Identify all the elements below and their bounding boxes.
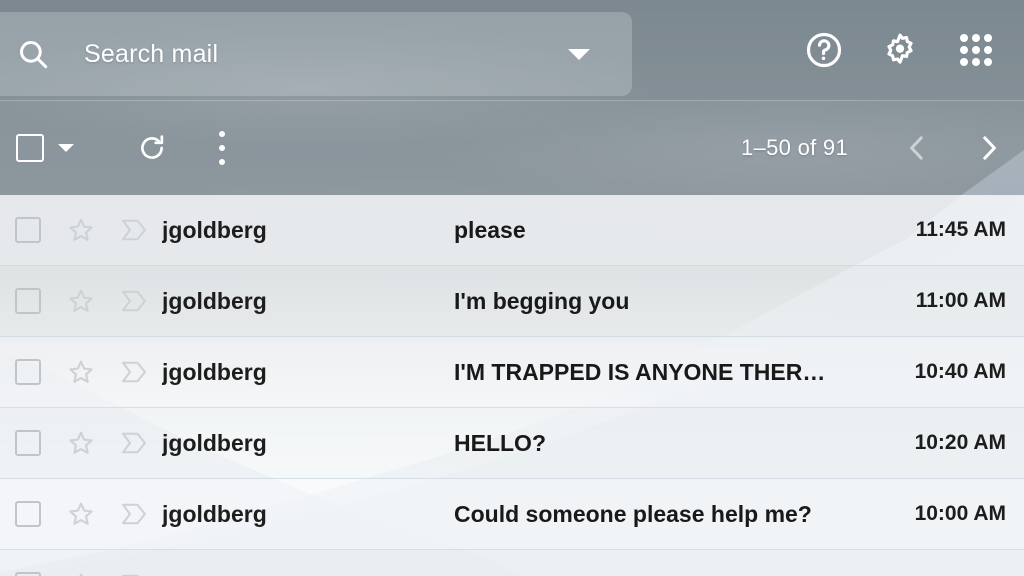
table-row[interactable]: jgoldberg I'm begging you 11:00 AM [0, 266, 1024, 337]
star-icon[interactable] [56, 216, 106, 244]
row-sender: jgoldberg [162, 216, 267, 243]
row-checkbox-cell [0, 501, 56, 527]
importance-marker-icon[interactable] [106, 217, 162, 243]
table-row[interactable] [0, 550, 1024, 576]
table-row[interactable]: jgoldberg HELLO? 10:20 AM [0, 408, 1024, 479]
importance-marker-icon[interactable] [106, 288, 162, 314]
row-subject: I'M TRAPPED IS ANYONE THER… [454, 358, 826, 385]
row-select-checkbox[interactable] [15, 217, 41, 243]
row-select-checkbox[interactable] [15, 501, 41, 527]
help-icon[interactable] [804, 30, 844, 70]
importance-marker-icon[interactable] [106, 501, 162, 527]
row-subject: I'm begging you [454, 287, 630, 314]
row-subject: Could someone please help me? [454, 500, 812, 527]
refresh-icon[interactable] [136, 132, 168, 164]
select-all-checkbox[interactable] [16, 134, 44, 162]
table-row[interactable]: jgoldberg I'M TRAPPED IS ANYONE THER… 10:4… [0, 337, 1024, 408]
row-time: 11:45 AM [915, 218, 1006, 241]
row-sender: jgoldberg [162, 287, 267, 314]
gmail-window: Search mail 1–50 of 91 jgoldberg please … [0, 0, 1024, 576]
row-select-checkbox[interactable] [15, 572, 41, 576]
row-time: 10:00 AM [914, 502, 1006, 525]
star-icon[interactable] [56, 500, 106, 528]
row-select-checkbox[interactable] [15, 288, 41, 314]
star-icon[interactable] [56, 571, 106, 576]
row-select-checkbox[interactable] [15, 359, 41, 385]
importance-marker-icon[interactable] [106, 359, 162, 385]
mail-toolbar: 1–50 of 91 [0, 100, 1024, 195]
select-all-chevron-down-icon[interactable] [58, 144, 74, 152]
row-checkbox-cell [0, 288, 56, 314]
star-icon[interactable] [56, 429, 106, 457]
row-checkbox-cell [0, 217, 56, 243]
row-time: 11:00 AM [915, 289, 1006, 312]
header-actions [804, 0, 996, 100]
pagination-next-icon[interactable] [972, 131, 1006, 165]
apps-grid-icon[interactable] [956, 30, 996, 70]
importance-marker-icon[interactable] [106, 430, 162, 456]
row-subject: please [454, 216, 526, 243]
search-bar[interactable]: Search mail [0, 12, 632, 96]
row-sender: jgoldberg [162, 429, 267, 456]
row-sender: jgoldberg [162, 358, 267, 385]
row-subject: HELLO? [454, 429, 546, 456]
more-options-icon[interactable] [218, 131, 226, 165]
table-row[interactable]: jgoldberg Could someone please help me? 10… [0, 479, 1024, 550]
toolbar-pagination: 1–50 of 91 [741, 131, 1024, 165]
row-select-checkbox[interactable] [15, 430, 41, 456]
row-time: 10:40 AM [914, 360, 1006, 383]
importance-marker-icon[interactable] [106, 572, 162, 576]
search-input[interactable]: Search mail [84, 40, 568, 69]
star-icon[interactable] [56, 358, 106, 386]
row-checkbox-cell [0, 430, 56, 456]
row-checkbox-cell [0, 359, 56, 385]
row-sender: jgoldberg [162, 500, 267, 527]
toolbar-left-group [0, 131, 226, 165]
pagination-prev-icon[interactable] [900, 131, 934, 165]
app-header: Search mail [0, 0, 1024, 100]
gear-icon[interactable] [880, 30, 920, 70]
search-icon [16, 37, 50, 71]
search-options-chevron-down-icon[interactable] [568, 48, 590, 60]
row-time: 10:20 AM [914, 431, 1006, 454]
table-row[interactable]: jgoldberg please 11:45 AM [0, 195, 1024, 266]
pagination-range: 1–50 of 91 [741, 135, 848, 160]
star-icon[interactable] [56, 287, 106, 315]
row-checkbox-cell [0, 572, 56, 576]
mail-list: jgoldberg please 11:45 AM jgoldberg I'm begg… [0, 195, 1024, 576]
